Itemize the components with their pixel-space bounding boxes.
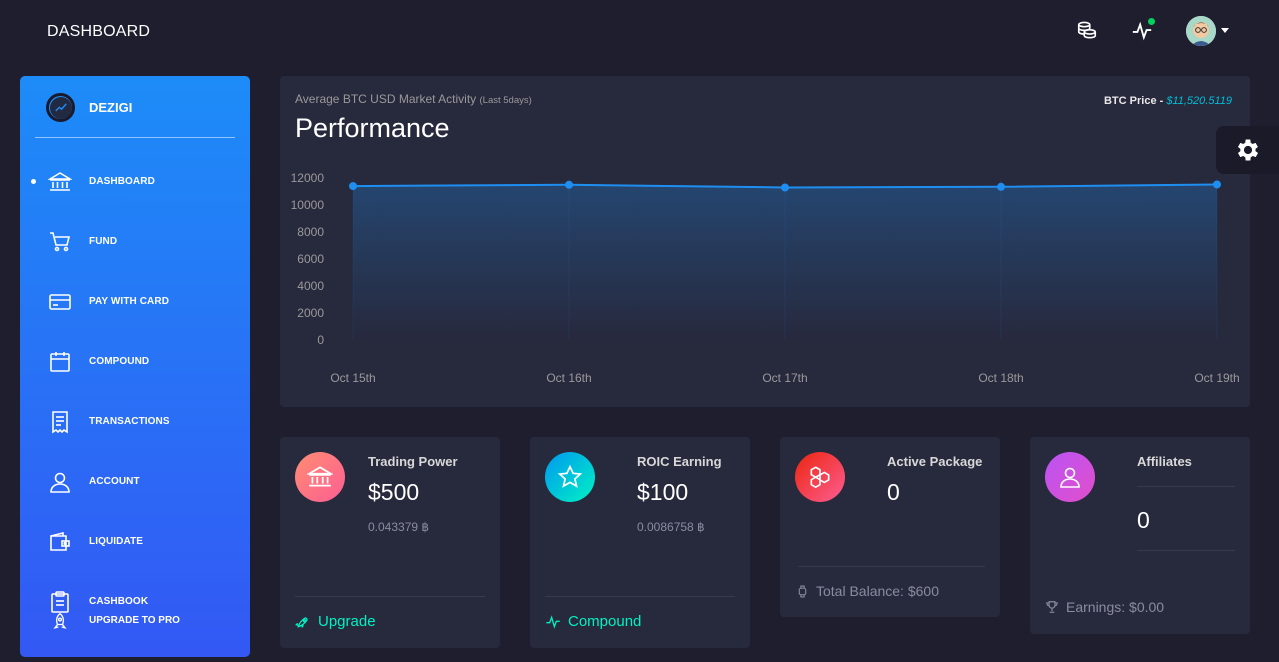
receipt-icon	[52, 411, 68, 434]
sidebar-item-dashboard[interactable]: DASHBOARD	[20, 162, 250, 202]
stat-btc-value: 0.0086758 ฿	[637, 520, 705, 534]
y-tick-label: 12000	[291, 171, 325, 185]
sidebar-item-label: ACCOUNT	[89, 476, 140, 487]
divider	[1137, 550, 1235, 551]
settings-button[interactable]	[1216, 126, 1279, 174]
compound-link[interactable]: Compound	[545, 613, 641, 630]
user-icon	[1045, 452, 1095, 502]
total-balance-label: Total Balance: $600	[816, 583, 939, 599]
cart-icon	[50, 232, 71, 252]
star-icon	[545, 452, 595, 502]
bank-icon	[48, 172, 72, 191]
stat-btc-value: 0.043379 ฿	[368, 520, 430, 534]
trophy-icon	[1046, 601, 1058, 613]
performance-chart-card: Average BTC USD Market Activity (Last 5d…	[280, 76, 1250, 407]
trading-power-card: Trading Power $500 0.043379 ฿ Upgrade	[280, 437, 500, 648]
sidebar-item-liquidate[interactable]: LIQUIDATE	[20, 522, 250, 562]
sidebar-item-label: TRANSACTIONS	[89, 416, 170, 427]
divider	[545, 596, 735, 597]
sidebar-item-transactions[interactable]: TRANSACTIONS	[20, 402, 250, 442]
wallet-icon	[50, 531, 70, 551]
stat-label: Affiliates	[1137, 454, 1192, 469]
bank-icon	[295, 452, 345, 502]
upgrade-label: Upgrade	[318, 613, 376, 630]
stat-label: Trading Power	[368, 454, 458, 469]
x-tick-label: Oct 16th	[546, 371, 591, 385]
y-tick-label: 6000	[297, 252, 324, 266]
stat-label: Active Package	[887, 454, 983, 469]
rocket-icon	[295, 616, 308, 628]
sidebar-item-pay-with-card[interactable]: PAY WITH CARD	[20, 282, 250, 322]
sidebar-brand[interactable]: DEZIGI	[89, 100, 132, 115]
stat-value: $500	[368, 479, 420, 505]
active-indicator	[31, 179, 36, 184]
watch-icon	[798, 585, 807, 597]
chevron-down-icon[interactable]	[1221, 28, 1229, 33]
x-tick-label: Oct 17th	[762, 371, 807, 385]
stat-value: 0	[887, 479, 900, 505]
y-tick-label: 8000	[297, 225, 324, 239]
navbar-brand[interactable]: DASHBOARD	[47, 23, 150, 41]
earnings: Earnings: $0.00	[1045, 599, 1164, 615]
sidebar-item-fund[interactable]: FUND	[20, 222, 250, 262]
stat-value: $100	[637, 479, 689, 505]
credit-card-icon	[49, 294, 71, 310]
affiliates-card: Affiliates 0 Earnings: $0.00	[1030, 437, 1250, 634]
x-tick-label: Oct 18th	[978, 371, 1023, 385]
divider	[295, 596, 485, 597]
data-point[interactable]	[565, 180, 573, 189]
sidebar-divider	[35, 137, 235, 138]
sidebar-item-cashbook[interactable]: CASHBOOK UPGRADE TO PRO	[20, 582, 250, 636]
y-tick-label: 10000	[291, 198, 325, 212]
sidebar-item-label: PAY WITH CARD	[89, 296, 170, 307]
sidebar-item-label: COMPOUND	[89, 356, 150, 367]
notification-dot	[1148, 18, 1155, 25]
total-balance: Total Balance: $600	[796, 583, 939, 599]
calendar-icon	[50, 352, 70, 372]
sidebar-item-label: DASHBOARD	[89, 176, 155, 187]
x-tick-label: Oct 19th	[1194, 371, 1239, 385]
y-tick-label: 0	[317, 333, 324, 347]
sidebar-item-label: FUND	[89, 236, 118, 247]
clipboard-icon	[51, 591, 69, 613]
activity-icon	[546, 614, 560, 629]
divider	[1137, 486, 1235, 487]
sidebar-item-compound[interactable]: COMPOUND	[20, 342, 250, 382]
roic-earning-card: ROIC Earning $100 0.0086758 ฿ Compound	[530, 437, 750, 648]
y-tick-label: 4000	[297, 279, 324, 293]
chart-area-fill	[353, 184, 1217, 340]
y-tick-label: 2000	[297, 306, 324, 320]
upgrade-to-pro-link[interactable]: UPGRADE TO PRO	[89, 615, 180, 626]
hexagons-icon	[795, 452, 845, 502]
sidebar-item-account[interactable]: ACCOUNT	[20, 462, 250, 502]
active-package-card: Active Package 0 Total Balance: $600	[780, 437, 1000, 617]
data-point[interactable]	[1213, 180, 1221, 189]
sidebar: DEZIGI DASHBOARD FUND PAY WITH CARD COMP…	[20, 76, 250, 657]
x-tick-label: Oct 15th	[330, 371, 375, 385]
stat-label: ROIC Earning	[637, 454, 722, 469]
data-point[interactable]	[997, 182, 1005, 191]
top-navbar: DASHBOARD	[0, 0, 1279, 64]
user-icon	[50, 472, 70, 493]
database-icon[interactable]	[1074, 18, 1100, 44]
gear-icon	[1237, 139, 1258, 161]
logo-icon[interactable]	[46, 93, 75, 122]
divider	[798, 566, 985, 567]
area-chart: 0 2000 4000 6000 8000 10000 12000 Oct 15th Oct …	[291, 171, 1240, 385]
avatar[interactable]	[1186, 16, 1216, 46]
compound-label: Compound	[568, 613, 642, 630]
sidebar-item-label: LIQUIDATE	[89, 536, 144, 547]
sidebar-item-label: CASHBOOK	[89, 596, 149, 607]
earnings-label: Earnings: $0.00	[1066, 599, 1165, 615]
upgrade-link[interactable]: Upgrade	[295, 613, 376, 630]
rocket-icon	[53, 612, 67, 629]
stat-value: 0	[1137, 507, 1150, 533]
activity-icon[interactable]	[1129, 18, 1155, 44]
data-point[interactable]	[781, 183, 789, 192]
data-point[interactable]	[349, 182, 357, 191]
